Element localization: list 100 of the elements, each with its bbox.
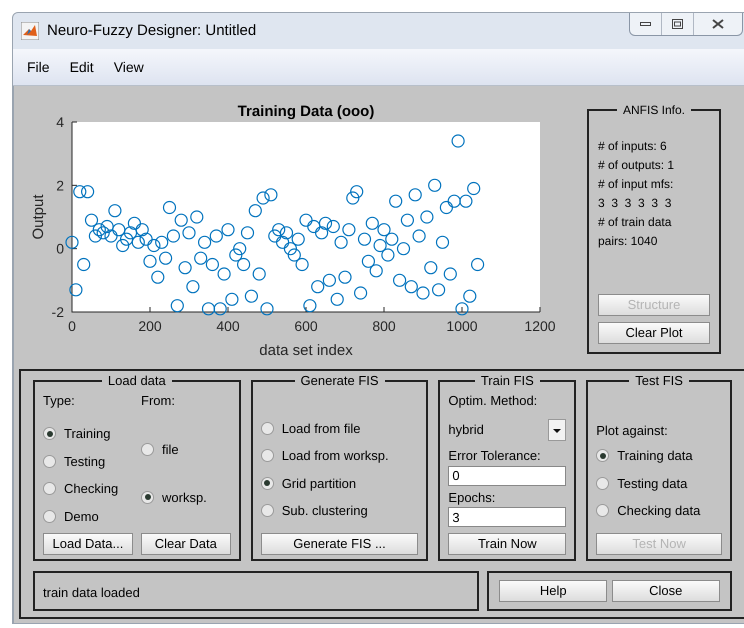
data-point xyxy=(248,204,262,218)
action-button[interactable]: Train Now xyxy=(448,533,566,555)
data-point xyxy=(280,226,294,240)
data-point xyxy=(463,290,476,303)
radio-button[interactable] xyxy=(596,504,610,518)
radio-label: Testing data xyxy=(617,474,688,493)
data-point xyxy=(256,191,270,205)
data-point xyxy=(292,232,305,246)
data-point xyxy=(159,252,172,265)
radio-button[interactable] xyxy=(141,490,154,504)
data-point xyxy=(284,242,297,256)
panel-title: Test FIS xyxy=(634,372,684,390)
y-tick-label: 4 xyxy=(56,114,64,130)
data-point xyxy=(155,236,168,249)
radio-button[interactable] xyxy=(43,510,56,523)
data-point xyxy=(299,214,313,227)
x-tick-label: 800 xyxy=(372,318,396,334)
data-point xyxy=(174,214,188,227)
x-tick-label: 600 xyxy=(294,318,318,334)
data-point xyxy=(104,229,118,243)
data-point xyxy=(128,216,141,230)
menu-item[interactable]: File xyxy=(21,56,56,78)
info-line: pairs: 1040 xyxy=(598,233,658,250)
data-point xyxy=(334,236,348,249)
radio-label: Sub. clustering xyxy=(282,502,368,520)
action-button[interactable]: Clear Plot xyxy=(598,322,710,344)
data-point xyxy=(455,302,469,316)
x-tick-label: 0 xyxy=(68,318,76,334)
data-point xyxy=(244,290,258,303)
action-button[interactable]: Generate FIS ... xyxy=(260,533,418,555)
data-point xyxy=(346,191,360,205)
radio-label: file xyxy=(162,441,179,459)
action-button[interactable]: Clear Data xyxy=(140,533,231,555)
close-icon xyxy=(712,19,724,29)
radio-button[interactable] xyxy=(260,476,274,490)
data-point xyxy=(459,194,472,208)
method-dropdown[interactable]: hybrid xyxy=(448,418,566,442)
panel-title: Load data xyxy=(106,372,167,390)
radio-button[interactable] xyxy=(43,427,56,440)
data-point xyxy=(92,223,106,236)
epochs-field[interactable]: 3 xyxy=(448,507,566,527)
data-point xyxy=(84,214,98,227)
data-point xyxy=(147,238,160,252)
data-point xyxy=(182,226,196,240)
data-point xyxy=(162,200,176,214)
panel-title: Generate FIS xyxy=(300,372,380,390)
radio-button[interactable] xyxy=(260,504,274,518)
data-point xyxy=(69,283,82,296)
menu-item[interactable]: View xyxy=(108,56,150,78)
data-point xyxy=(237,258,250,272)
data-point xyxy=(225,292,238,306)
data-point xyxy=(326,220,340,234)
data-point xyxy=(276,236,290,249)
radio-button[interactable] xyxy=(596,449,610,462)
data-point xyxy=(420,210,434,224)
radio-button[interactable] xyxy=(43,482,56,496)
action-button[interactable]: Help xyxy=(499,580,608,602)
data-point xyxy=(206,258,219,272)
y-tick-label: 2 xyxy=(56,177,64,194)
radio-label: Training xyxy=(64,425,110,443)
menu-item[interactable]: Edit xyxy=(64,56,100,78)
data-point xyxy=(272,223,286,236)
x-axis-label: data set index xyxy=(259,342,353,359)
data-point xyxy=(73,185,86,198)
data-point xyxy=(408,188,422,202)
data-point xyxy=(315,226,328,240)
radio-button[interactable] xyxy=(141,443,154,456)
radio-button[interactable] xyxy=(260,422,274,435)
info-line: # of inputs: 6 xyxy=(598,138,668,155)
info-line: # of input mfs: xyxy=(598,176,674,193)
data-point xyxy=(178,261,192,274)
data-point xyxy=(366,216,379,230)
data-point xyxy=(362,254,375,268)
data-point xyxy=(467,182,480,196)
data-point xyxy=(440,200,453,214)
data-point xyxy=(288,248,301,262)
radio-button[interactable] xyxy=(596,476,610,490)
data-point xyxy=(214,302,227,316)
data-point xyxy=(374,238,387,252)
y-tick-label: -2 xyxy=(52,304,64,320)
data-point xyxy=(296,258,309,272)
data-point xyxy=(65,236,79,249)
type-label: Type: xyxy=(43,392,76,410)
data-point xyxy=(389,194,402,208)
data-point xyxy=(400,214,414,227)
data-point xyxy=(108,204,122,218)
radio-label: Training data xyxy=(617,447,693,465)
maximize-icon xyxy=(672,19,683,29)
data-point xyxy=(233,242,246,256)
radio-button[interactable] xyxy=(43,454,56,468)
data-point xyxy=(342,223,356,236)
action-button[interactable]: Load Data... xyxy=(43,533,133,555)
data-point xyxy=(186,280,200,294)
data-point xyxy=(264,188,278,202)
action-button[interactable]: Close xyxy=(612,580,720,602)
data-point xyxy=(252,267,266,281)
radio-button[interactable] xyxy=(260,449,274,462)
data-point xyxy=(81,185,94,198)
data-point xyxy=(120,232,134,246)
tolerance-field[interactable]: 0 xyxy=(448,466,566,486)
